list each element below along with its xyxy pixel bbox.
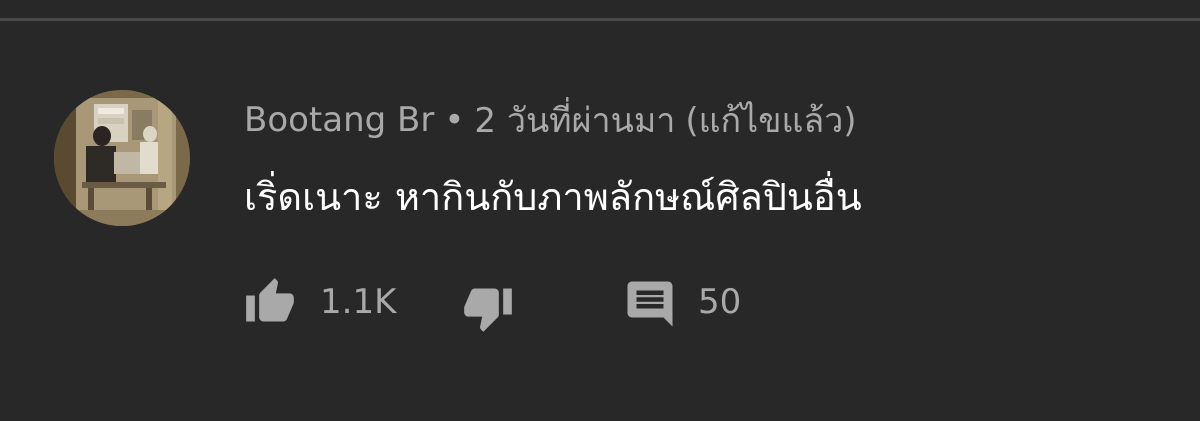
comment-text: เริ่ดเนาะ หากินกับภาพลักษณ์ศิลปินอื่น	[244, 174, 862, 219]
comment-timestamp[interactable]: 2 วันที่ผ่านมา	[474, 93, 675, 147]
meta-separator: •	[444, 100, 465, 140]
dislike-button[interactable]	[460, 280, 516, 336]
reply-button[interactable]	[622, 276, 678, 332]
avatar-image	[54, 90, 190, 226]
thumbs-down-icon	[464, 288, 512, 332]
reply-count: 50	[698, 282, 742, 322]
like-button[interactable]	[242, 274, 298, 330]
comment-icon	[627, 281, 673, 327]
author-name[interactable]: Bootang Br	[244, 100, 434, 140]
thumbs-up-icon	[246, 278, 294, 322]
top-divider	[0, 18, 1200, 21]
avatar[interactable]	[54, 90, 190, 226]
edited-label: (แก้ไขแล้ว)	[685, 101, 857, 141]
like-count: 1.1K	[320, 282, 397, 322]
comment-meta: Bootang Br • 2 วันที่ผ่านมา (แก้ไขแล้ว)	[244, 96, 857, 144]
